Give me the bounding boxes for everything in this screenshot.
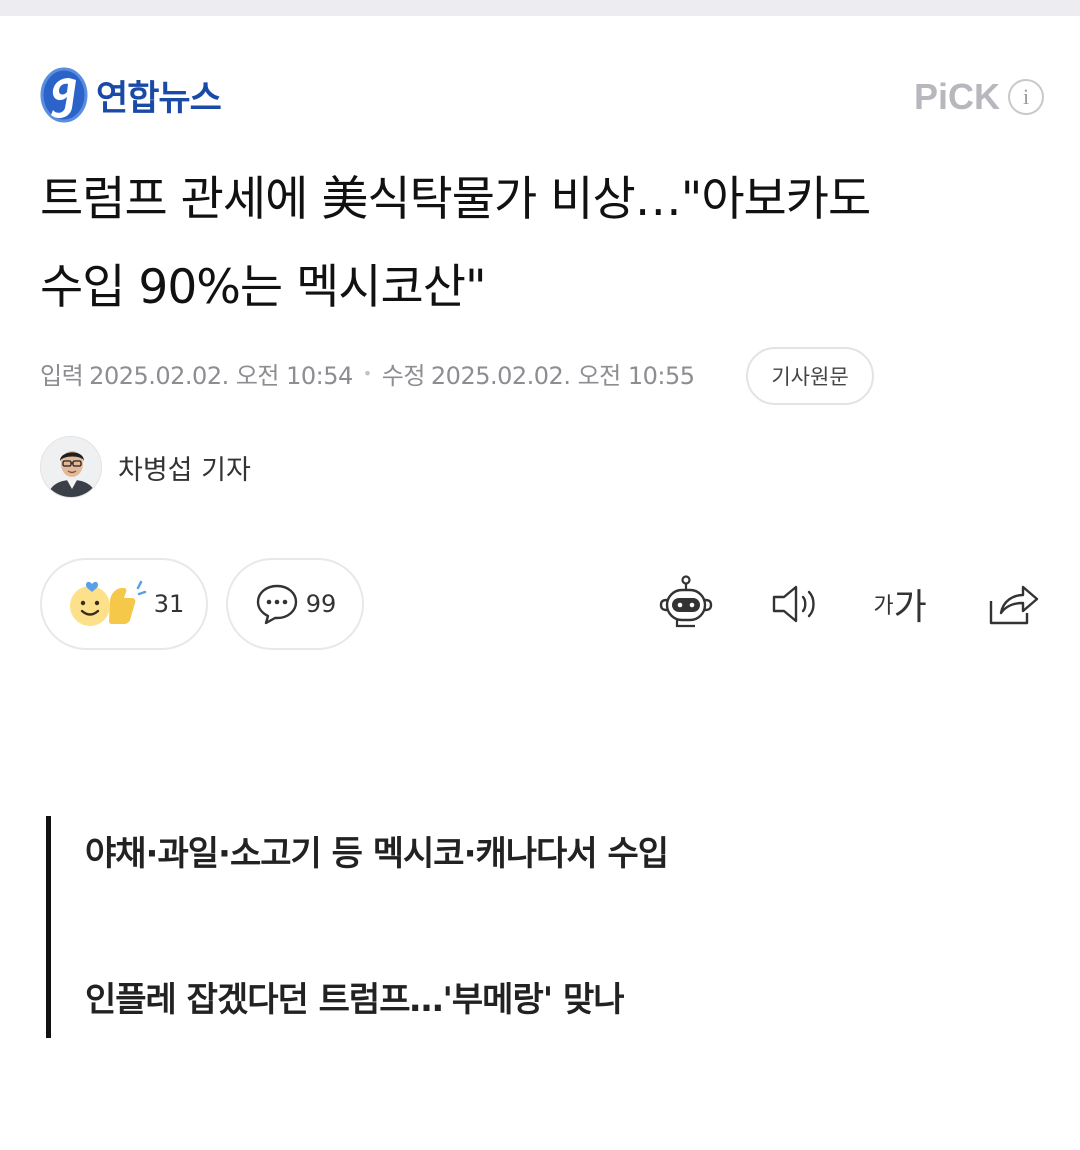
comment-bubble-icon [256, 584, 297, 625]
published-label: 입력 [40, 361, 84, 390]
original-article-button[interactable]: 기사원문 [746, 347, 874, 405]
author-avatar [40, 436, 102, 498]
robot-summary-icon [659, 575, 713, 628]
status-bar [0, 0, 1080, 16]
share-button[interactable] [980, 572, 1044, 636]
published-date: 2025.02.02. 오전 10:54 [89, 361, 353, 390]
reaction-button[interactable]: 31 [40, 558, 208, 650]
summary-line-2: 인플레 잡겠다던 트럼프…'부메랑' 맞나 [85, 980, 625, 1020]
article-title: 트럼프 관세에 美식탁물가 비상…"아보카도 수입 90%는 멕시코산" [40, 156, 1050, 332]
share-icon [989, 585, 1039, 625]
article-title-line-1: 트럼프 관세에 美식탁물가 비상…"아보카도 [40, 172, 871, 227]
pick-badge: PiCK i [914, 76, 1044, 118]
comment-button[interactable]: 99 [226, 558, 364, 650]
article-title-line-2: 수입 90%는 멕시코산" [40, 260, 487, 315]
press-name: 연합뉴스 [96, 78, 222, 119]
modified-date: 2025.02.02. 오전 10:55 [430, 361, 695, 390]
summary-line-1: 야채·과일·소고기 등 멕시코·캐나다서 수입 [85, 834, 669, 874]
article-summary: 야채·과일·소고기 등 멕시코·캐나다서 수입 인플레 잡겠다던 트럼프…'부메… [46, 816, 751, 1038]
author-name: 차병섭 기자 [118, 454, 251, 486]
reaction-emoji-icon [69, 580, 146, 626]
article-dates: 입력 2025.02.02. 오전 10:54 • 수정 2025.02.02.… [40, 353, 695, 393]
font-size-large-label: 가 [893, 587, 927, 628]
separator-dot: • [362, 363, 372, 383]
reaction-count: 31 [153, 590, 185, 618]
modified-label: 수정 [381, 361, 426, 390]
font-size-button[interactable]: 가가 [868, 572, 932, 636]
ai-summary-button[interactable] [654, 572, 718, 636]
comment-count: 99 [305, 590, 337, 618]
author[interactable]: 차병섭 기자 [40, 436, 251, 498]
speaker-icon [772, 585, 815, 623]
font-size-small-label: 가 [873, 594, 894, 619]
text-to-speech-button[interactable] [762, 572, 826, 636]
pick-label: PiCK [913, 76, 1000, 117]
press-logo[interactable]: 연합뉴스 [38, 64, 222, 126]
author-photo [41, 437, 101, 497]
info-icon[interactable]: i [1008, 79, 1044, 115]
yonhap-emblem-icon [40, 67, 88, 123]
